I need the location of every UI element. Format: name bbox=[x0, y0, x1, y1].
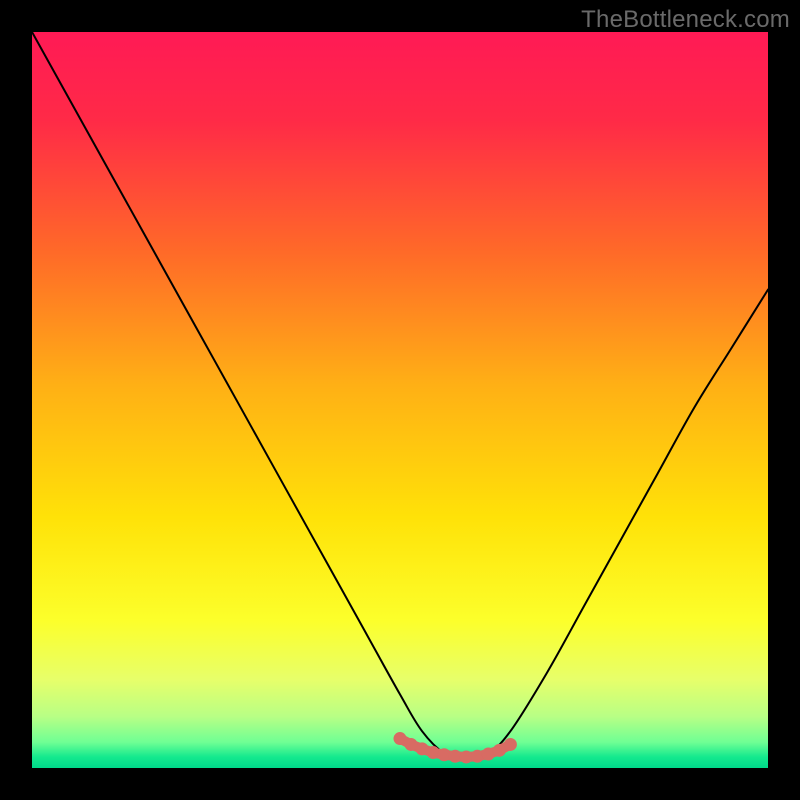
optimal-range-dot bbox=[427, 746, 440, 759]
optimal-range-markers bbox=[394, 732, 517, 763]
optimal-range-dot bbox=[493, 744, 506, 757]
optimal-range-dot bbox=[482, 748, 495, 761]
plot-area bbox=[32, 32, 768, 768]
optimal-range-dot bbox=[394, 732, 407, 745]
watermark-text: TheBottleneck.com bbox=[581, 6, 790, 34]
optimal-range-dot bbox=[460, 750, 473, 763]
optimal-range-dot bbox=[438, 748, 451, 761]
chart-svg bbox=[32, 32, 768, 768]
chart-frame: TheBottleneck.com bbox=[0, 0, 800, 800]
optimal-range-dot bbox=[471, 750, 484, 763]
bottleneck-curve bbox=[32, 32, 768, 761]
optimal-range-dot bbox=[416, 742, 429, 755]
optimal-range-dot bbox=[504, 738, 517, 751]
optimal-range-dot bbox=[449, 750, 462, 763]
